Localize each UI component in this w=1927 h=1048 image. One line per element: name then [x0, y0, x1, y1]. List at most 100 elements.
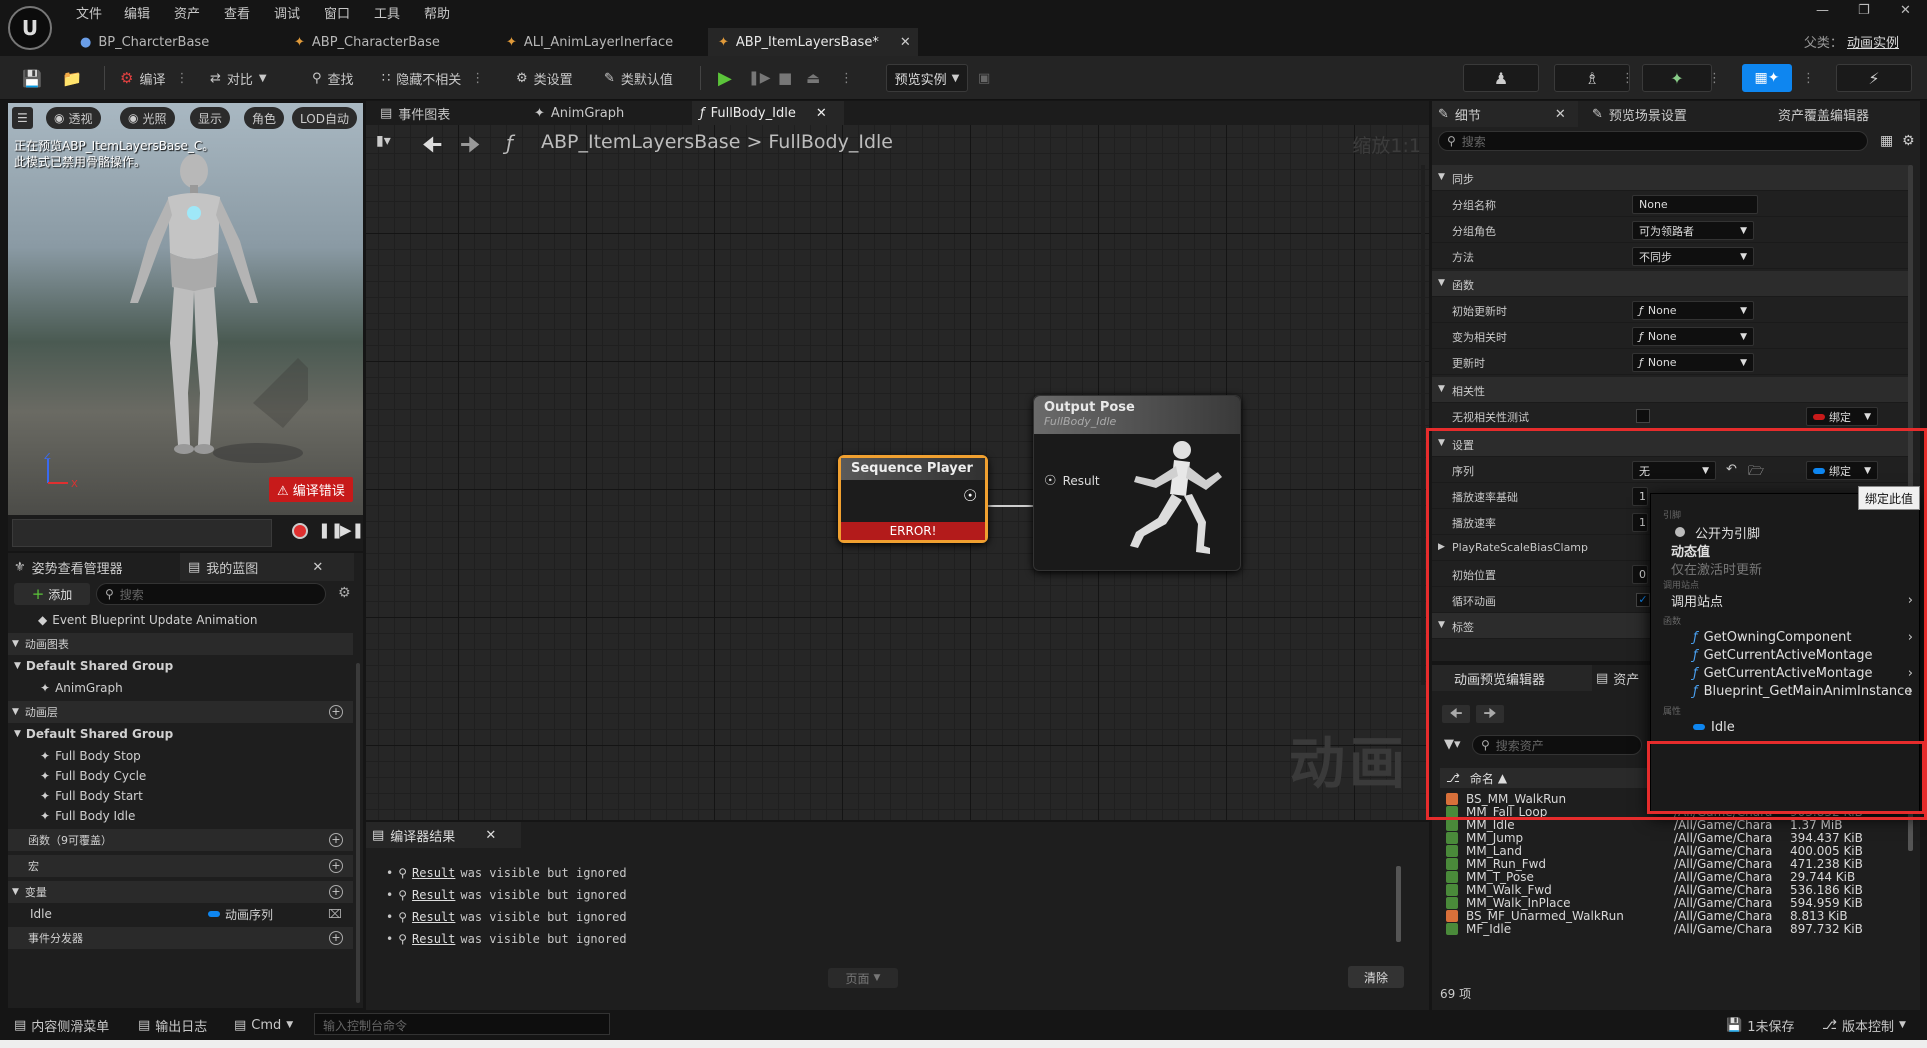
record-icon[interactable] — [292, 523, 308, 539]
graph-canvas[interactable]: ▮▾ 🠈 🠊 ƒ ABP_ItemLayersBase > FullBody_I… — [366, 125, 1429, 820]
menu-edit[interactable]: 编辑 — [124, 3, 150, 22]
group-name-field[interactable]: None — [1632, 195, 1758, 214]
tab-compiler-results[interactable]: ▤ 编译器结果 ✕ — [366, 822, 521, 848]
add-circle-icon[interactable]: + — [329, 859, 343, 873]
function-dropdown[interactable]: ƒ None ▼ — [1632, 353, 1754, 372]
close-icon[interactable]: ✕ — [312, 560, 323, 575]
log-link[interactable]: Result — [412, 932, 455, 946]
scrollbar[interactable] — [1396, 866, 1401, 942]
hide-unrelated-button[interactable]: ∷ 隐藏不相关 ⋮ — [382, 65, 484, 91]
save-button[interactable]: 💾 — [22, 65, 42, 91]
add-button[interactable]: + 添加 — [14, 583, 90, 605]
menu-tools[interactable]: 工具 — [374, 3, 400, 22]
eject-button[interactable]: ⏏ — [806, 65, 820, 91]
back-arrow-icon[interactable]: 🠈 — [422, 128, 442, 166]
doc-tab-ali-animlayerinterface[interactable]: ✦ ALI_AnimLayerInerface — [496, 28, 683, 56]
output-pose-node[interactable]: Output Pose FullBody_Idle ☉ Result — [1033, 395, 1241, 571]
result-pin[interactable]: ☉ Result — [1044, 473, 1100, 489]
pose-pin-icon[interactable]: ☉ — [963, 486, 977, 505]
stop-button[interactable]: ■ — [778, 65, 792, 91]
add-circle-icon[interactable]: + — [329, 705, 343, 719]
doc-tab-abp-characterbase[interactable]: ✦ ABP_CharacterBase — [284, 28, 450, 56]
menu-help[interactable]: 帮助 — [424, 3, 450, 22]
details-search-input[interactable]: ⚲ 搜索 — [1438, 131, 1868, 151]
menu-item-function[interactable]: ƒ GetCurrentActiveMontage — [1651, 645, 1919, 665]
layer-item[interactable]: ✦ Full Body Start — [8, 785, 353, 807]
menu-item-function[interactable]: ƒ Blueprint_GetMainAnimInstance › — [1651, 681, 1919, 701]
sequence-player-node[interactable]: Sequence Player ☉ ERROR! — [838, 455, 988, 543]
start-position-field[interactable]: 0 — [1632, 565, 1648, 584]
viewport-menu-button[interactable]: ☰ — [12, 107, 33, 129]
scrollbar[interactable] — [1421, 165, 1425, 685]
menu-debug[interactable]: 调试 — [274, 3, 300, 22]
menu-view[interactable]: 查看 — [224, 3, 250, 22]
tab-my-blueprint[interactable]: ▤ 我的蓝图 ✕ — [180, 553, 354, 581]
character-button[interactable]: 角色 — [244, 107, 285, 129]
close-icon[interactable]: ✕ — [485, 828, 496, 843]
debug-filter-button[interactable]: ▣ — [978, 65, 990, 91]
menu-file[interactable]: 文件 — [76, 3, 102, 22]
asset-row[interactable]: MF_Idle/All/Game/Chara 897.732 KiB — [1440, 921, 1910, 937]
event-row[interactable]: ◆ Event Blueprint Update Animation — [8, 609, 353, 631]
play-button[interactable]: ▶ — [718, 65, 732, 91]
bind-dropdown[interactable]: 绑定 ▼ — [1806, 461, 1878, 480]
tab-asset-browser[interactable]: ▤ 资产 — [1596, 665, 1639, 691]
tab-pose-watch[interactable]: ⚜ 姿势查看管理器 — [14, 553, 123, 581]
checkbox[interactable] — [1636, 409, 1650, 423]
close-icon[interactable]: ✕ — [816, 106, 827, 121]
content-drawer-button[interactable]: ▤ 内容侧滑菜单 — [14, 1015, 109, 1035]
doc-tab-bp-charcterbase[interactable]: ● BP_CharcterBase — [70, 28, 219, 56]
mode-physics-button[interactable]: ⚡ — [1836, 64, 1912, 92]
tab-fullbody-idle[interactable]: ƒ FullBody_Idle ✕ — [692, 101, 844, 125]
tab-event-graph[interactable]: ▤ 事件图表 — [372, 101, 458, 125]
step-button[interactable]: ❚▶ — [748, 65, 771, 91]
class-defaults-button[interactable]: ✎ 类默认值 — [604, 65, 673, 91]
unsaved-button[interactable]: 💾 1未保存 — [1726, 1015, 1794, 1035]
forward-arrow-icon[interactable]: 🠊 — [1476, 705, 1504, 723]
group-role-dropdown[interactable]: 可为领路者 ▼ — [1632, 221, 1754, 240]
breadcrumb-leaf[interactable]: FullBody_Idle — [768, 131, 893, 153]
function-dropdown[interactable]: ƒ None ▼ — [1632, 301, 1754, 320]
filter-icon[interactable]: ▼▾ — [1444, 737, 1461, 752]
preview-viewport[interactable]: ☰ ◉ 透视 ◉ 光照 显示 角色 LOD自动 正在预览ABP_ItemLayers… — [8, 103, 363, 515]
unreal-logo[interactable]: U — [8, 6, 52, 50]
search-input[interactable]: ⚲ 搜索 — [96, 583, 326, 605]
category-variables[interactable]: ▼ 变量 + — [8, 881, 353, 903]
menu-item-expose-pin[interactable]: 公开为引脚 — [1651, 522, 1919, 542]
mode-animation-button[interactable]: ✦ — [1642, 64, 1712, 92]
diff-button[interactable]: ⇄ 对比 ▼ — [210, 65, 267, 91]
perspective-button[interactable]: ◉ 透视 — [46, 107, 101, 129]
close-icon[interactable]: ✕ — [1555, 107, 1566, 122]
back-arrow-icon[interactable]: 🠈 — [1442, 705, 1470, 723]
menu-asset[interactable]: 资产 — [174, 3, 200, 22]
layer-item[interactable]: ✦ Full Body Stop — [8, 745, 353, 767]
settings-gear-icon[interactable]: ⚙ — [338, 585, 351, 601]
parent-class-link[interactable]: 动画实例 — [1847, 36, 1899, 51]
animgraph-item[interactable]: ✦ AnimGraph — [8, 677, 353, 699]
function-dropdown[interactable]: ƒ None ▼ — [1632, 327, 1754, 346]
reset-arrow-icon[interactable]: ↶ — [1726, 462, 1737, 477]
layer-item[interactable]: ✦ Full Body Idle — [8, 805, 353, 827]
category-anim-layers[interactable]: ▼ 动画层 + — [8, 701, 353, 723]
grid-view-icon[interactable]: ▦ — [1880, 133, 1893, 149]
timeline-scrubber[interactable] — [12, 519, 272, 547]
close-window-icon[interactable]: ✕ — [1900, 3, 1911, 18]
category-relevancy[interactable]: ▼ 相关性 — [1432, 377, 1912, 403]
lit-button[interactable]: ◉ 光照 — [120, 107, 175, 129]
source-control-button[interactable]: ⎇ 版本控制 ▼ — [1822, 1015, 1906, 1035]
settings-gear-icon[interactable]: ⚙ — [1902, 133, 1915, 149]
preview-instance-dropdown[interactable]: 预览实例 ▼ — [886, 64, 968, 92]
browse-folder-icon[interactable]: 🗁 — [1748, 462, 1764, 484]
add-circle-icon[interactable]: + — [329, 931, 343, 945]
show-button[interactable]: 显示 — [190, 107, 231, 129]
find-button[interactable]: ⚲ 查找 — [312, 65, 354, 91]
bookmark-icon[interactable]: ▮▾ — [376, 133, 391, 149]
category-sync[interactable]: ▼ 同步 — [1432, 165, 1912, 191]
class-settings-button[interactable]: ⚙ 类设置 — [516, 65, 573, 91]
scrollbar[interactable] — [356, 663, 360, 1003]
category-functions[interactable]: 函数（9可覆盖） + — [8, 829, 353, 851]
play-rate-basis-field[interactable]: 1 — [1632, 487, 1648, 506]
variable-type[interactable]: 动画序列 — [208, 906, 273, 923]
log-link[interactable]: Result — [412, 866, 455, 880]
cmd-dropdown[interactable]: ▤ Cmd ▼ — [234, 1015, 293, 1035]
